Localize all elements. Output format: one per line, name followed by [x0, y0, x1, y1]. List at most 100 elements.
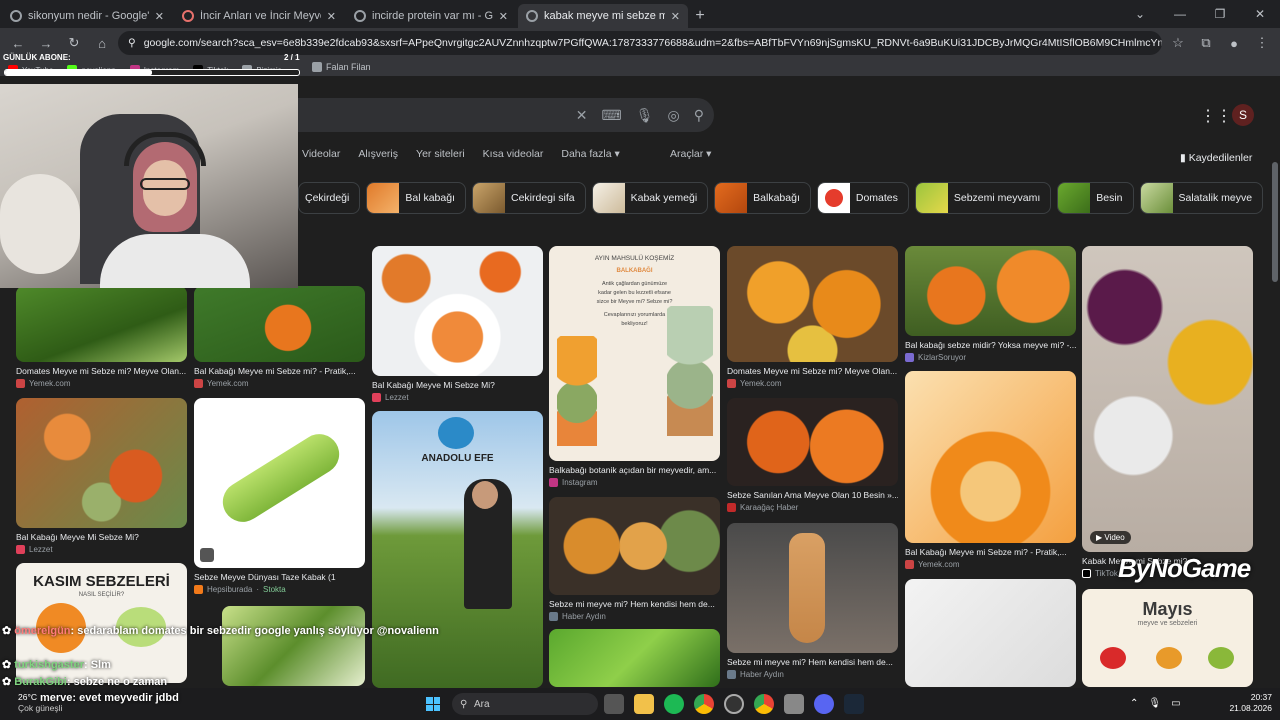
browser-tab-2[interactable]: İncir Anları ve İncir Meyvelerinin ✕	[174, 4, 344, 28]
tab-search-icon[interactable]: ⌄	[1120, 0, 1160, 28]
close-icon[interactable]: ✕	[499, 10, 508, 23]
result-title[interactable]: Bal Kabağı Meyve mi Sebze mi? - Pratik,.…	[905, 547, 1076, 557]
result-image[interactable]	[194, 398, 365, 568]
result-card[interactable]	[905, 579, 1076, 687]
chip[interactable]: Kabak yemeği	[591, 182, 709, 214]
extensions-icon[interactable]: ⧉	[1194, 31, 1218, 55]
result-title[interactable]: Sebze Meyve Dünyası Taze Kabak (1	[194, 572, 365, 582]
result-card[interactable]: Bal Kabağı Meyve Mi Sebze Mi? Lezzet	[372, 246, 543, 402]
filter-videos[interactable]: Videolar	[302, 148, 340, 160]
search-icon[interactable]: ⚲	[694, 107, 704, 124]
result-title[interactable]: Sebze mi meyve mi? Hem kendisi hem de...	[727, 657, 898, 667]
result-image[interactable]: Mayıs meyve ve sebzeleri	[1082, 589, 1253, 687]
chip[interactable]: Domates	[816, 182, 909, 214]
result-image[interactable]	[372, 246, 543, 376]
result-card[interactable]: Domates Meyve mi Sebze mi? Meyve Olan...…	[16, 286, 187, 388]
new-tab-button[interactable]: +	[688, 4, 712, 28]
result-image[interactable]	[16, 286, 187, 362]
reload-icon[interactable]: ↻	[62, 31, 86, 55]
result-image[interactable]	[727, 523, 898, 653]
result-image[interactable]: ▶ Video	[1082, 246, 1253, 552]
windows-start-icon[interactable]	[426, 697, 440, 711]
result-card[interactable]: Sebze mi meyve mi? Hem kendisi hem de...…	[727, 523, 898, 679]
bookmark-star-icon[interactable]: ☆	[1166, 31, 1190, 55]
close-icon[interactable]: ✕	[671, 10, 680, 23]
discord-icon[interactable]	[814, 694, 834, 714]
browser-tab-4[interactable]: kabak meyve mi sebze mi - Goo ✕	[518, 4, 688, 28]
result-title[interactable]: Bal Kabağı Meyve Mi Sebze Mi?	[16, 532, 187, 542]
result-title[interactable]: Sebze mi meyve mi? Hem kendisi hem de...	[549, 599, 720, 609]
forward-icon[interactable]: →	[34, 31, 58, 55]
result-image[interactable]	[194, 286, 365, 362]
minimize-icon[interactable]: —	[1160, 0, 1200, 28]
profile-icon[interactable]: ●	[1222, 31, 1246, 55]
address-bar[interactable]: ⚲ google.com/search?sca_esv=6e8b339e2fdc…	[118, 31, 1162, 55]
app-icon[interactable]	[784, 694, 804, 714]
site-info-icon[interactable]: ⚲	[128, 37, 136, 49]
close-icon[interactable]: ✕	[155, 10, 164, 23]
chip[interactable]: Bal kabağı	[366, 182, 466, 214]
tools-button[interactable]: Araçlar ▾	[670, 148, 711, 160]
browser-tab-3[interactable]: incirde protein var mı - Google ✕	[346, 4, 516, 28]
search-box[interactable]: ✕ ⌨ 🎙 ◎ ⚲	[280, 98, 714, 132]
chevron-right-icon[interactable]: ›	[1232, 190, 1236, 204]
result-image[interactable]	[16, 398, 187, 528]
filter-short-videos[interactable]: Kısa videolar	[483, 148, 544, 160]
result-image[interactable]	[549, 497, 720, 595]
lens-icon[interactable]: ◎	[668, 107, 680, 124]
filter-shopping[interactable]: Alışveriş	[358, 148, 398, 160]
file-explorer-icon[interactable]	[634, 694, 654, 714]
browser-tab-1[interactable]: sikonyum nedir - Google'da Ara ✕	[2, 4, 172, 28]
result-card[interactable]: AYIN MAHSULÜ KOŞEMİZ BALKABAĞI Antik çağ…	[549, 246, 720, 487]
menu-icon[interactable]: ⋮	[1250, 31, 1274, 55]
chip[interactable]: Sebzemi meyvamı	[914, 182, 1052, 214]
close-window-icon[interactable]: ✕	[1240, 0, 1280, 28]
mic-icon[interactable]: 🎙	[1148, 698, 1161, 709]
taskbar-search[interactable]: ⚲ Ara	[452, 693, 598, 715]
result-card[interactable]: Sebze mi meyve mi? Hem kendisi hem de...…	[549, 497, 720, 621]
result-card[interactable]: Sebze Sanılan Ama Meyve Olan 10 Besin ».…	[727, 398, 898, 512]
account-avatar[interactable]: S	[1232, 104, 1254, 126]
result-title[interactable]: Domates Meyve mi Sebze mi? Meyve Olan...	[727, 366, 898, 376]
clear-icon[interactable]: ✕	[576, 107, 588, 124]
keyboard-icon[interactable]: ⌨	[602, 107, 622, 124]
result-card[interactable]: Bal kabağı sebze midir? Yoksa meyve mi? …	[905, 246, 1076, 362]
spotify-icon[interactable]	[664, 694, 684, 714]
close-icon[interactable]: ✕	[327, 10, 336, 23]
result-image[interactable]	[727, 398, 898, 486]
filter-more[interactable]: Daha fazla ▾	[561, 148, 619, 160]
home-icon[interactable]: ⌂	[90, 31, 114, 55]
task-view-icon[interactable]	[604, 694, 624, 714]
saved-button[interactable]: ▮ Kaydedilenler	[1180, 152, 1252, 164]
back-icon[interactable]: ←	[6, 31, 30, 55]
result-card[interactable]: Mayıs meyve ve sebzeleri	[1082, 589, 1253, 687]
clock[interactable]: 20:37 21.08.2026	[1229, 692, 1272, 714]
result-title[interactable]: Bal Kabağı Meyve mi Sebze mi? - Pratik,.…	[194, 366, 365, 376]
chip[interactable]: Cekirdegi sifa	[471, 182, 586, 214]
chip[interactable]: Balkabağı	[714, 182, 811, 214]
maximize-icon[interactable]: ❐	[1200, 0, 1240, 28]
result-title[interactable]: Sebze Sanılan Ama Meyve Olan 10 Besin ».…	[727, 490, 898, 500]
result-card[interactable]: Bal Kabağı Meyve mi Sebze mi? - Pratik,.…	[194, 286, 365, 388]
chrome-active-icon[interactable]	[754, 694, 774, 714]
mic-icon[interactable]: 🎙	[636, 107, 654, 124]
result-card[interactable]: ▶ Video Kabak Meyve mi Sebze mi? TikTok	[1082, 246, 1253, 578]
result-title[interactable]: Bal Kabağı Meyve Mi Sebze Mi?	[372, 380, 543, 390]
result-card[interactable]	[549, 629, 720, 687]
chip[interactable]: Besin	[1057, 182, 1134, 214]
result-title[interactable]: Balkabağı botanik açıdan bir meyvedir, a…	[549, 465, 720, 475]
obs-icon[interactable]	[724, 694, 744, 714]
tray-chevron-icon[interactable]: ⌃	[1130, 698, 1138, 709]
result-card[interactable]: Sebze Meyve Dünyası Taze Kabak (1 Hepsib…	[194, 398, 365, 594]
steam-icon[interactable]	[844, 694, 864, 714]
scrollbar[interactable]	[1272, 162, 1278, 282]
result-image[interactable]	[905, 371, 1076, 543]
display-icon[interactable]: ▭	[1171, 698, 1180, 709]
chip[interactable]: Salatalik meyve	[1139, 182, 1264, 214]
chrome-icon[interactable]	[694, 694, 714, 714]
result-image[interactable]	[727, 246, 898, 362]
bookmark-folder[interactable]: Falan Filan	[312, 62, 371, 72]
result-card[interactable]: Bal Kabağı Meyve mi Sebze mi? - Pratik,.…	[905, 371, 1076, 569]
result-title[interactable]: Bal kabağı sebze midir? Yoksa meyve mi? …	[905, 340, 1076, 350]
result-image[interactable]: AYIN MAHSULÜ KOŞEMİZ BALKABAĞI Antik çağ…	[549, 246, 720, 461]
